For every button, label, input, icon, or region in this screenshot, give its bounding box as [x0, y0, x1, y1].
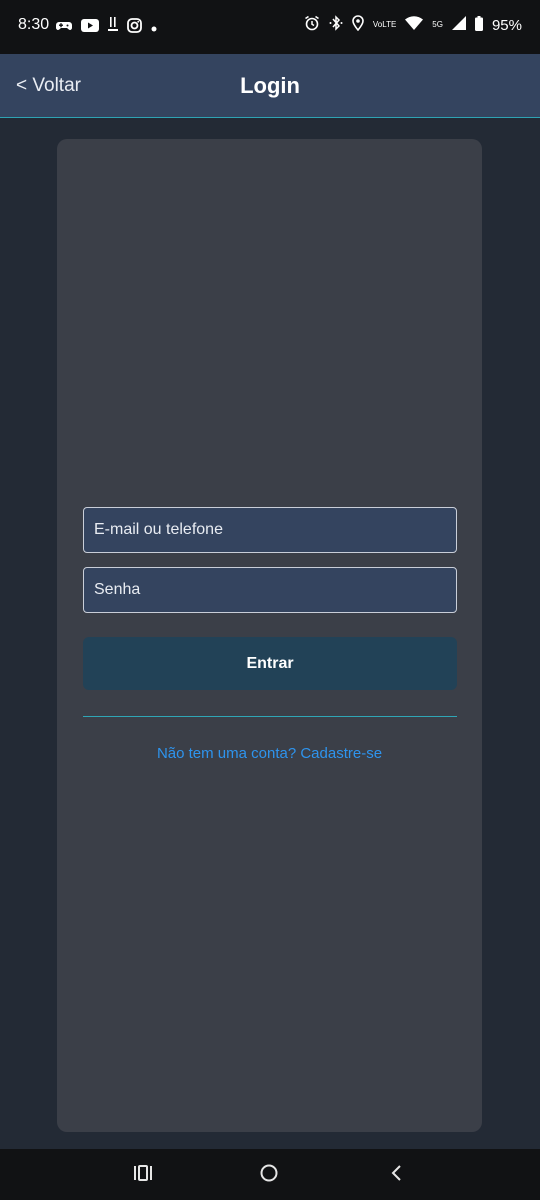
login-button[interactable]: Entrar — [83, 637, 457, 690]
divider — [83, 716, 457, 717]
app-header: < Voltar Login — [0, 54, 540, 118]
dot-icon — [151, 19, 157, 37]
bluetooth-icon — [329, 15, 343, 35]
status-time: 8:30 — [18, 16, 50, 33]
back-icon[interactable] — [388, 1163, 404, 1188]
tasks-icon — [108, 17, 118, 38]
status-bar: 8:30 VoLTE 5G 95% — [0, 0, 540, 54]
page-title: Login — [240, 73, 300, 98]
volte-icon: VoLTE — [372, 20, 397, 29]
battery-icon — [474, 15, 483, 35]
game-controller-icon — [56, 19, 72, 37]
signup-link[interactable]: Não tem uma conta? Cadastre-se — [57, 745, 482, 762]
youtube-icon — [81, 18, 99, 37]
system-nav-bar — [0, 1149, 540, 1200]
battery-percentage: 95% — [491, 16, 522, 34]
alarm-icon — [304, 15, 320, 35]
network-type-label: 5G — [432, 20, 443, 29]
system-status-icons: VoLTE 5G 95% — [304, 15, 522, 35]
signal-icon — [451, 16, 466, 34]
email-or-phone-input[interactable] — [83, 507, 457, 553]
notification-icons — [56, 17, 157, 38]
home-icon[interactable] — [259, 1163, 279, 1188]
login-card: Entrar Não tem uma conta? Cadastre-se — [57, 139, 482, 1132]
password-input[interactable] — [83, 567, 457, 613]
recent-apps-icon[interactable] — [133, 1163, 153, 1188]
instagram-icon — [127, 17, 142, 38]
wifi-icon — [405, 16, 424, 34]
location-icon — [352, 15, 364, 35]
